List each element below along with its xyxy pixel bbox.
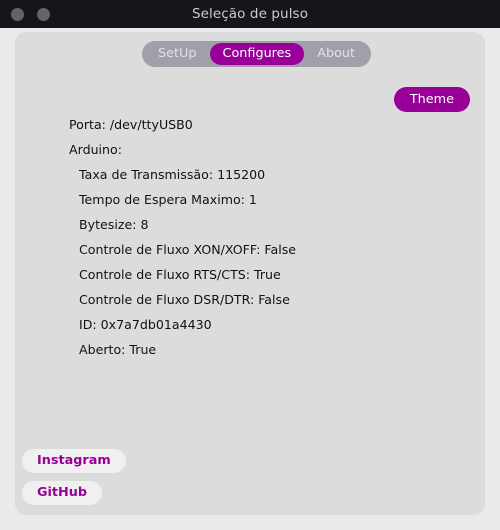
social-links: Instagram GitHub bbox=[22, 449, 126, 505]
tab-bar: SetUp Configures About bbox=[142, 41, 372, 67]
content-panel: SetUp Configures About Theme Porta: /dev… bbox=[15, 32, 485, 515]
info-line-baudrate: Taxa de Transmissão: 115200 bbox=[79, 167, 266, 182]
serial-info-list: Porta: /dev/ttyUSB0 Arduino: Taxa de Tra… bbox=[69, 112, 469, 362]
info-line-xonxoff: Controle de Fluxo XON/XOFF: False bbox=[79, 242, 297, 257]
github-button[interactable]: GitHub bbox=[22, 481, 102, 505]
info-line-rtscts: Controle de Fluxo RTS/CTS: True bbox=[79, 267, 281, 282]
theme-button[interactable]: Theme bbox=[393, 87, 470, 112]
tab-setup[interactable]: SetUp bbox=[145, 43, 210, 65]
info-line-porta: Porta: /dev/ttyUSB0 bbox=[69, 117, 193, 132]
app-window: Seleção de pulso SetUp Configures About … bbox=[0, 0, 500, 530]
instagram-button[interactable]: Instagram bbox=[22, 449, 126, 473]
tab-about[interactable]: About bbox=[304, 43, 368, 65]
title-bar: Seleção de pulso bbox=[0, 0, 500, 28]
info-line-id: ID: 0x7a7db01a4430 bbox=[79, 317, 212, 332]
info-line-timeout: Tempo de Espera Maximo: 1 bbox=[79, 192, 257, 207]
info-line-bytesize: Bytesize: 8 bbox=[79, 217, 149, 232]
tab-configures[interactable]: Configures bbox=[209, 43, 305, 65]
info-line-aberto: Aberto: True bbox=[79, 342, 157, 357]
info-line-arduino: Arduino: bbox=[69, 142, 122, 157]
info-line-dsrdtr: Controle de Fluxo DSR/DTR: False bbox=[79, 292, 290, 307]
window-title: Seleção de pulso bbox=[191, 6, 309, 22]
